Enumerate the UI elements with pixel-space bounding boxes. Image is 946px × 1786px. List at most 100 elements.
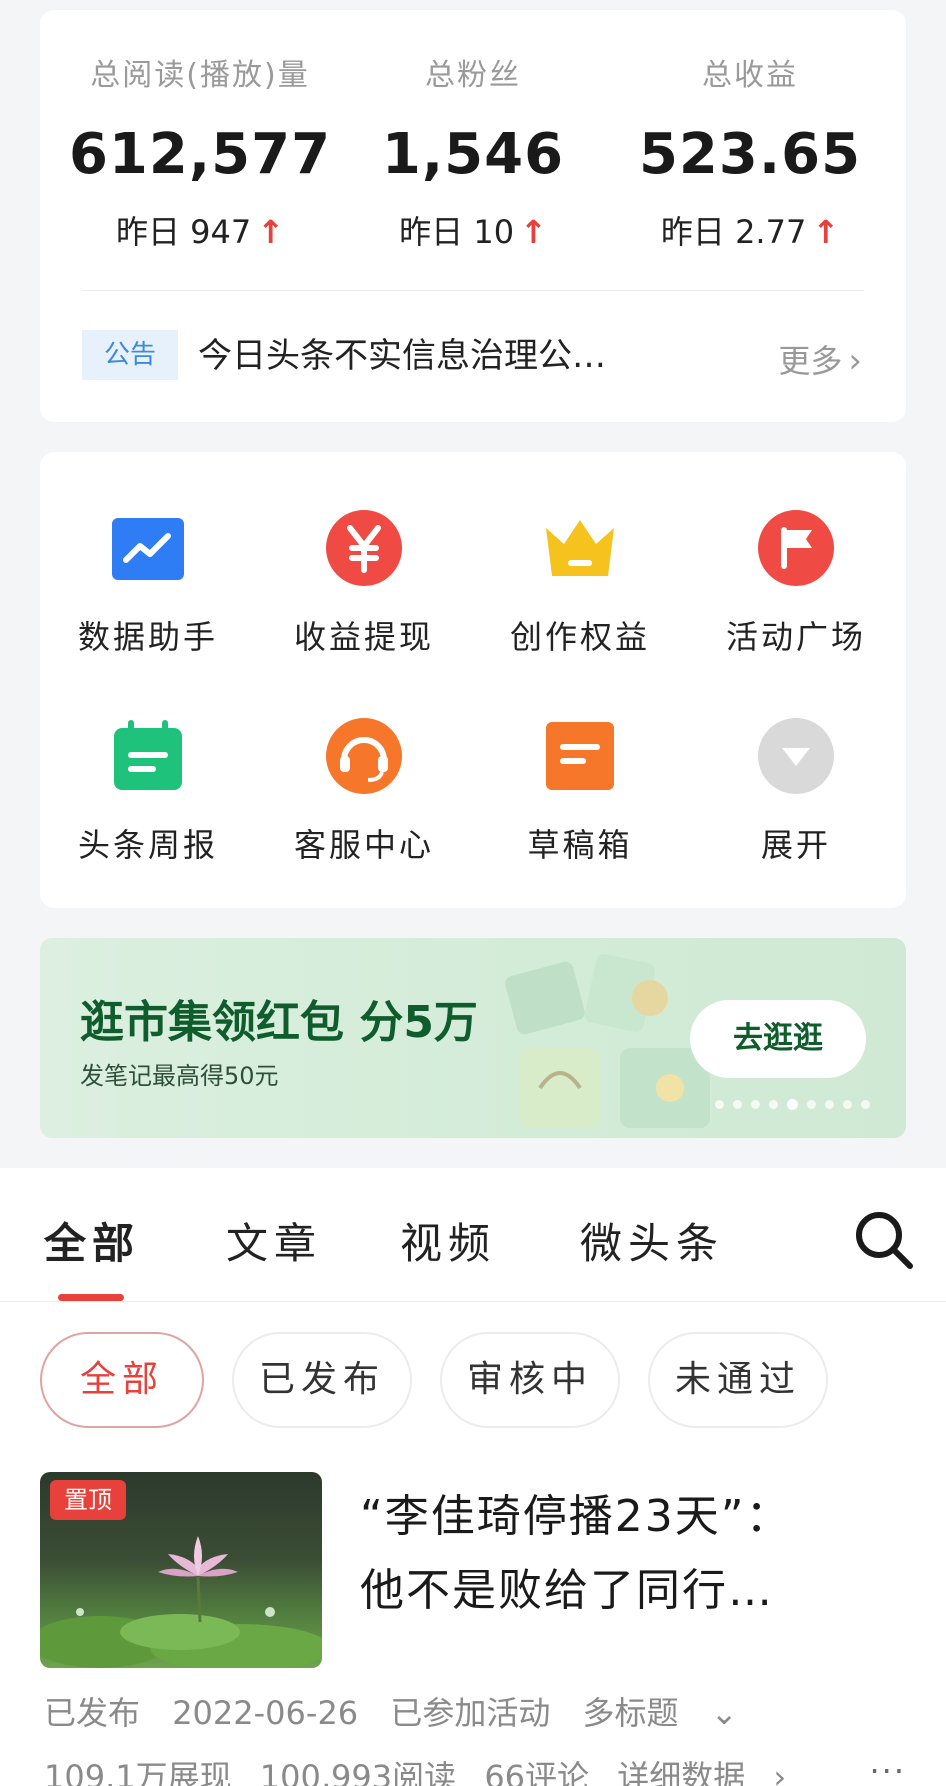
search-icon[interactable] (852, 1208, 916, 1272)
tool-activity-square[interactable]: 活动广场 (688, 508, 904, 658)
trend-up-icon: ↑ (812, 213, 840, 251)
article-activity: 已参加活动 (390, 1694, 551, 1732)
stats-card: 总阅读(播放)量 612,577 昨日 947 ↑ 总粉丝 1,546 昨日 10… (40, 10, 906, 422)
draft-icon (540, 716, 620, 796)
stat-yesterday: 昨日 2.77 ↑ (610, 207, 890, 253)
article-title: “李佳琦停播23天”： 他不是败给了同行… (360, 1480, 906, 1628)
pagination-dot (807, 1100, 816, 1109)
chevron-right-icon: › (773, 1758, 787, 1786)
pagination-dot (825, 1100, 834, 1109)
content-panel: 全部 文章 视频 微头条 全部 已发布 审核中 未通过 置顶 “李佳琦停播23天… (0, 1168, 946, 1786)
yesterday-label: 昨日 (115, 213, 180, 251)
tool-data-assistant[interactable]: 数据助手 (40, 508, 256, 658)
tool-label: 数据助手 (77, 618, 218, 656)
tool-label: 收益提现 (293, 618, 434, 656)
tool-label: 客服中心 (293, 826, 434, 864)
tools-card: 数据助手 收益提现 创作权益 活动广场 头条周报 客服中心 草稿箱 展开 (40, 452, 906, 908)
tab-micro-posts[interactable]: 微头条 (580, 1210, 724, 1271)
pagination-dot (733, 1100, 742, 1109)
notice-more-link[interactable]: 更多 › (778, 336, 862, 382)
yesterday-value: 10 (473, 213, 515, 251)
tool-label: 创作权益 (509, 618, 650, 656)
tool-creator-rights[interactable]: 创作权益 (472, 508, 688, 658)
pagination-dot (751, 1100, 760, 1109)
filter-published[interactable]: 已发布 (232, 1332, 412, 1428)
chevron-down-icon: ⌄ (710, 1694, 738, 1732)
content-tabbar: 全部 文章 视频 微头条 (0, 1168, 946, 1302)
tool-label: 展开 (760, 826, 831, 864)
trend-up-icon: ↑ (257, 213, 285, 251)
tool-label: 草稿箱 (527, 826, 633, 864)
article-title-line: “李佳琦停播23天”： (360, 1491, 792, 1542)
crown-icon (540, 508, 620, 588)
article-title-line: 他不是败给了同行… (360, 1565, 774, 1616)
expand-icon (756, 716, 836, 796)
yesterday-value: 947 (190, 213, 252, 251)
multi-title-label: 多标题 (582, 1694, 679, 1732)
calendar-icon (108, 716, 188, 796)
stat-yesterday: 昨日 10 ↑ (333, 207, 613, 253)
filter-all[interactable]: 全部 (40, 1332, 204, 1428)
banner-go-button[interactable]: 去逛逛 (690, 1000, 866, 1078)
tool-weekly-report[interactable]: 头条周报 (40, 716, 256, 866)
chart-trend-icon (108, 508, 188, 588)
detail-data-link[interactable]: 详细数据 › (617, 1758, 804, 1786)
stat-total-fans[interactable]: 总粉丝 1,546 昨日 10 ↑ (333, 50, 613, 253)
article-thumbnail: 置顶 (40, 1472, 322, 1668)
chevron-right-icon: › (848, 341, 862, 381)
pagination-dot (715, 1100, 724, 1109)
article-reads: 100,993阅读 (259, 1758, 457, 1786)
flag-icon (756, 508, 836, 588)
promo-banner[interactable]: 逛市集领红包 分5万 发笔记最高得50元 去逛逛 (40, 938, 906, 1138)
stat-label: 总阅读(播放)量 (90, 58, 310, 93)
divider (82, 290, 864, 291)
filter-reviewing[interactable]: 审核中 (440, 1332, 620, 1428)
pagination-dot (769, 1100, 778, 1109)
article-stats: 109.1万展现 100,993阅读 66评论 详细数据 › (44, 1752, 822, 1786)
article-meta: 已发布 2022-06-26 已参加活动 多标题 ⌄ (44, 1688, 782, 1734)
article-comments: 66评论 (484, 1758, 590, 1786)
trend-up-icon: ↑ (520, 213, 547, 251)
more-options-icon[interactable]: ··· (869, 1752, 906, 1786)
notice-tag: 公告 (82, 330, 178, 380)
stat-value: 523.65 (638, 122, 862, 187)
banner-title: 逛市集领红包 分5万 (80, 997, 478, 1048)
headset-icon (324, 716, 404, 796)
banner-pagination (715, 1099, 870, 1110)
tab-active-indicator (58, 1294, 124, 1301)
tool-expand[interactable]: 展开 (688, 716, 904, 866)
yuan-icon (324, 508, 404, 588)
stat-value: 612,577 (68, 122, 332, 187)
tool-income-withdraw[interactable]: 收益提现 (256, 508, 472, 658)
stat-yesterday: 昨日 947 ↑ (60, 207, 340, 253)
article-impressions: 109.1万展现 (44, 1758, 232, 1786)
filter-rejected[interactable]: 未通过 (648, 1332, 828, 1428)
article-date: 2022-06-26 (172, 1694, 359, 1732)
pagination-dot (843, 1100, 852, 1109)
stat-label: 总收益 (702, 58, 798, 93)
tool-label: 头条周报 (77, 826, 218, 864)
tab-videos[interactable]: 视频 (400, 1210, 496, 1271)
stat-label: 总粉丝 (425, 58, 521, 93)
stat-value: 1,546 (381, 122, 565, 187)
stat-total-income[interactable]: 总收益 523.65 昨日 2.77 ↑ (610, 50, 890, 253)
yesterday-label: 昨日 (660, 213, 725, 251)
tool-drafts[interactable]: 草稿箱 (472, 716, 688, 866)
article-status: 已发布 (44, 1694, 141, 1732)
tab-all[interactable]: 全部 (44, 1210, 140, 1271)
tab-articles[interactable]: 文章 (226, 1210, 322, 1271)
banner-subtitle: 发笔记最高得50元 (80, 1062, 279, 1090)
notice-more-label: 更多 (778, 342, 843, 380)
tool-customer-service[interactable]: 客服中心 (256, 716, 472, 866)
yesterday-label: 昨日 (399, 213, 464, 251)
detail-label: 详细数据 (617, 1758, 746, 1786)
pinned-badge: 置顶 (50, 1480, 126, 1520)
yesterday-value: 2.77 (735, 213, 807, 251)
multi-title-toggle[interactable]: 多标题 ⌄ (583, 1694, 760, 1732)
pagination-dot-active (787, 1099, 798, 1110)
pagination-dot (861, 1100, 870, 1109)
notice-text[interactable]: 今日头条不实信息治理公… (198, 328, 738, 384)
article-item[interactable]: 置顶 “李佳琦停播23天”： 他不是败给了同行… (40, 1472, 906, 1672)
tool-label: 活动广场 (725, 618, 866, 656)
stat-total-reads[interactable]: 总阅读(播放)量 612,577 昨日 947 ↑ (60, 50, 340, 253)
